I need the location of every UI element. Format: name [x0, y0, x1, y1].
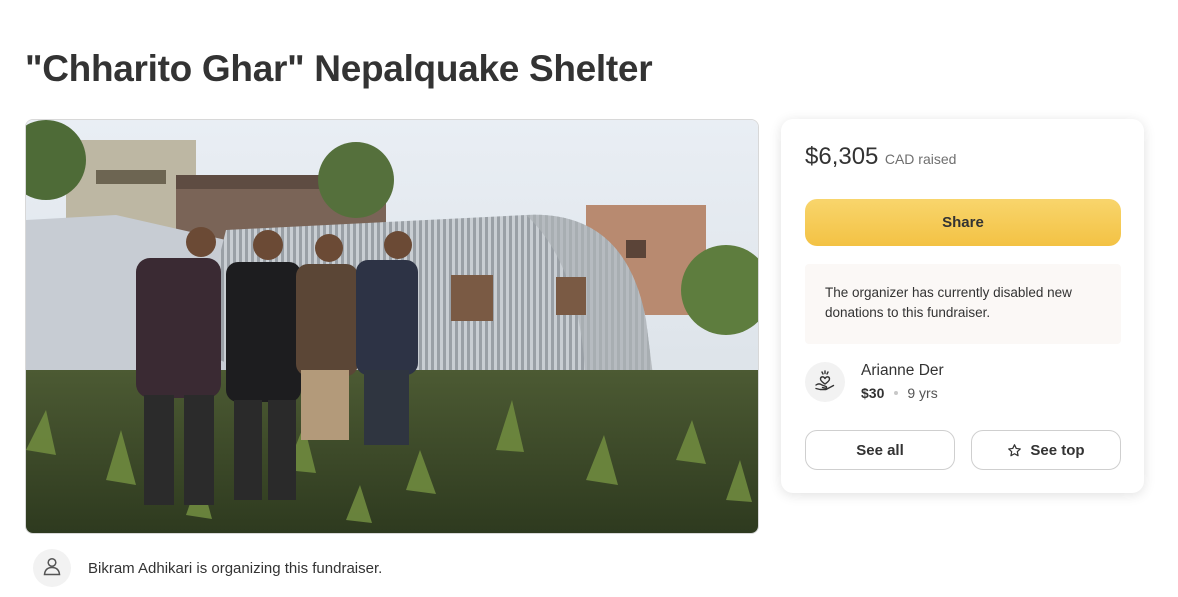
donation-age: 9 yrs — [907, 385, 938, 401]
see-top-label: See top — [1030, 441, 1085, 459]
recent-donation: Arianne Der $30 9 yrs — [805, 360, 944, 408]
raised-amount: $6,305 — [805, 143, 879, 170]
page-title: "Chharito Ghar" Nepalquake Shelter — [25, 48, 653, 89]
see-all-button[interactable]: See all — [805, 430, 955, 470]
organizer-text: Bikram Adhikari is organizing this fundr… — [88, 559, 383, 577]
donations-disabled-notice: The organizer has currently disabled new… — [805, 264, 1121, 344]
donor-avatar — [805, 362, 845, 402]
raised-currency-label: CAD raised — [884, 151, 957, 167]
hero-image[interactable] — [25, 119, 759, 534]
organizer-row: Bikram Adhikari is organizing this fundr… — [33, 548, 382, 588]
amount-raised: $6,305 CAD raised — [805, 143, 956, 171]
heart-hand-icon — [813, 368, 837, 397]
star-icon — [1007, 443, 1022, 458]
share-button[interactable]: Share — [805, 199, 1121, 246]
user-icon — [42, 556, 62, 581]
photo-icon — [26, 120, 758, 533]
donor-name: Arianne Der — [861, 362, 944, 379]
donation-card: $6,305 CAD raised Share The organizer ha… — [781, 119, 1144, 493]
separator-dot — [894, 390, 899, 395]
see-all-label: See all — [856, 441, 904, 459]
see-top-button[interactable]: See top — [971, 430, 1121, 470]
donation-amount: $30 — [861, 385, 885, 401]
organizer-avatar[interactable] — [33, 549, 71, 587]
